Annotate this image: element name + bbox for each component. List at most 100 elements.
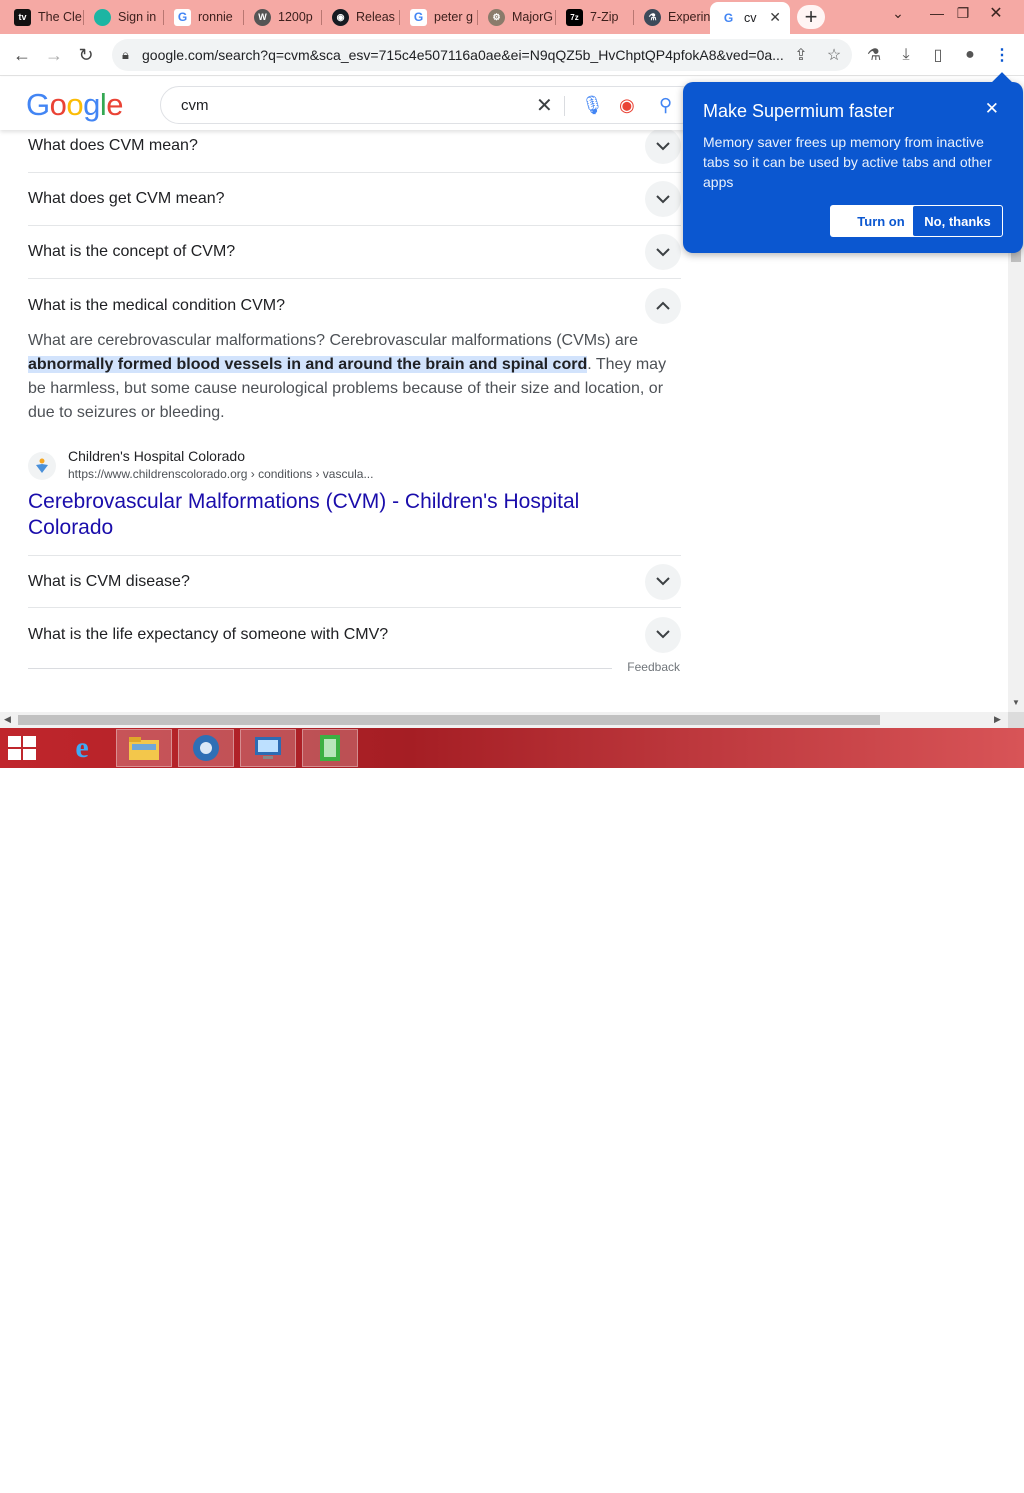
supermium-browser-icon[interactable] — [178, 729, 234, 767]
back-arrow-icon[interactable]: ← — [8, 41, 36, 69]
chevron-down-icon[interactable] — [645, 563, 681, 600]
google-icon: G — [174, 8, 191, 26]
close-icon[interactable]: ✕ — [985, 99, 999, 119]
scroll-thumb[interactable] — [18, 715, 880, 725]
github-icon: ◉ — [332, 8, 349, 26]
side-panel-icon[interactable]: ▯ — [926, 43, 950, 67]
7zip-icon: 7z — [566, 8, 583, 26]
reload-icon[interactable]: ↻ — [72, 41, 100, 69]
tab-active[interactable]: G cv ✕ — [710, 2, 790, 34]
ie-icon[interactable]: e — [54, 729, 110, 767]
question-text: What is CVM disease? — [28, 572, 190, 590]
tab-4[interactable]: W 1200p — [244, 3, 322, 31]
url-text: google.com/search?q=cvm&sca_esv=715c4e50… — [142, 47, 784, 63]
lens-icon[interactable]: ◉ — [619, 95, 635, 116]
tab-label: cv — [744, 11, 757, 25]
question-text: What is the medical condition CVM? — [28, 296, 285, 314]
clock-time: 3:47 AM — [960, 1462, 1006, 1476]
chevron-up-icon[interactable] — [645, 287, 681, 324]
new-tab-button[interactable]: + — [797, 5, 825, 29]
tab-1[interactable]: tv The Cle — [4, 3, 84, 31]
taskbar: e ▴ ⚑ 🖧 🔊︎ 3:47 AM 1/22/2025 — [0, 728, 1024, 1492]
system-tray-icons[interactable]: ▴ ⚑ 🖧 🔊︎ — [824, 1474, 864, 1491]
menu-dots-icon[interactable]: ⋮ — [990, 43, 1014, 67]
clear-icon[interactable]: ✕ — [536, 93, 553, 118]
scroll-left-icon[interactable]: ◀ — [4, 714, 11, 725]
close-window-icon[interactable]: ✕ — [981, 2, 1011, 24]
horizontal-scrollbar[interactable]: ◀ ▶ — [0, 712, 1008, 728]
forward-arrow-icon[interactable]: → — [40, 41, 68, 69]
search-input[interactable]: cvm — [181, 97, 209, 114]
google-icon: G — [410, 8, 427, 26]
chevron-down-icon[interactable] — [645, 234, 681, 270]
source-url[interactable]: https://www.childrenscolorado.org › cond… — [68, 467, 373, 481]
control-panel-icon[interactable] — [240, 729, 296, 767]
related-question[interactable]: What does CVM mean? — [28, 130, 681, 173]
search-icon[interactable]: ⚲ — [659, 95, 672, 116]
tab-7[interactable]: ⚙ MajorG — [478, 3, 556, 31]
related-question[interactable]: What does get CVM mean? — [28, 173, 681, 226]
windows-start-icon[interactable] — [8, 736, 38, 762]
microphone-icon[interactable]: 🎙︎ — [581, 95, 604, 116]
file-explorer-icon[interactable] — [116, 729, 172, 767]
extensions-icon[interactable]: ⚗ — [862, 43, 886, 67]
result-title-link[interactable]: Cerebrovascular Malformations (CVM) - Ch… — [28, 489, 648, 541]
related-question[interactable]: What is the life expectancy of someone w… — [28, 608, 681, 661]
chevron-down-icon[interactable] — [645, 181, 681, 217]
google-icon: G — [720, 9, 737, 27]
related-question-expanded[interactable]: What is the medical condition CVM? — [28, 279, 681, 332]
chevron-down-icon[interactable] — [645, 130, 681, 164]
source-site-name[interactable]: Children's Hospital Colorado — [68, 448, 245, 464]
answer-highlight: abnormally formed blood vessels in and a… — [28, 356, 588, 373]
question-text: What is the concept of CVM? — [28, 243, 236, 260]
tab-label: The Cle — [38, 10, 82, 24]
feedback-link[interactable]: Feedback — [627, 660, 680, 674]
tab-label: MajorG — [512, 10, 553, 24]
chevron-down-icon[interactable] — [645, 616, 681, 653]
search-box[interactable]: cvm ✕ 🎙︎ ◉ ⚲ — [160, 86, 700, 124]
restore-icon[interactable]: ❐ — [948, 2, 978, 24]
flask-icon: ⚗ — [644, 8, 661, 26]
green-app-icon[interactable] — [302, 729, 358, 767]
chevron-down-icon[interactable]: ⌄ — [883, 2, 913, 24]
address-bar[interactable]: 🔒︎ google.com/search?q=cvm&sca_esv=715c4… — [112, 39, 852, 71]
no-thanks-button[interactable]: No, thanks — [912, 205, 1003, 237]
close-tab-icon[interactable]: ✕ — [769, 9, 781, 26]
teal-circle-icon — [94, 8, 111, 26]
tab-5[interactable]: ◉ Releas — [322, 3, 400, 31]
question-text: What does get CVM mean? — [28, 190, 225, 207]
bubble-title: Make Supermium faster — [703, 101, 895, 121]
answer-text: What are cerebrovascular malformations? … — [28, 332, 638, 349]
profile-icon[interactable]: ● — [958, 43, 982, 67]
tab-label: 7-Zip — [590, 10, 619, 24]
bookmark-star-icon[interactable]: ☆ — [822, 43, 846, 67]
question-text: What is the life expectancy of someone w… — [28, 625, 389, 643]
divider — [564, 96, 565, 116]
scroll-corner — [1008, 712, 1024, 728]
question-text: What does CVM mean? — [28, 137, 198, 154]
tab-label: peter g — [434, 10, 473, 24]
related-question[interactable]: What is the concept of CVM? — [28, 226, 681, 279]
tv-icon: tv — [14, 8, 31, 26]
share-icon[interactable]: ⇪ — [789, 43, 813, 67]
download-icon[interactable]: ⤓ — [894, 43, 918, 67]
tab-2[interactable]: Sign in — [84, 3, 164, 31]
scroll-right-icon[interactable]: ▶ — [994, 714, 1001, 725]
related-question[interactable]: What is CVM disease? — [28, 555, 681, 608]
clock[interactable]: 3:47 AM 1/22/2025 — [948, 1461, 1018, 1493]
divider — [28, 668, 612, 669]
tab-6[interactable]: G peter g — [400, 3, 478, 31]
tab-3[interactable]: G ronnie — [164, 3, 244, 31]
browser-toolbar: ← → ↻ 🔒︎ google.com/search?q=cvm&sca_esv… — [0, 34, 1024, 76]
tab-strip: tv The Cle Sign in G ronnie W 1200p ◉ Re… — [0, 0, 1024, 34]
tab-label: ronnie — [198, 10, 233, 24]
google-logo[interactable]: Google — [26, 87, 124, 123]
tab-label: 1200p — [278, 10, 313, 24]
memory-saver-bubble: Make Supermium faster ✕ Memory saver fre… — [683, 72, 1023, 253]
tab-label: Sign in — [118, 10, 157, 24]
tab-9[interactable]: ⚗ Experin — [634, 3, 710, 31]
tab-label: Releas — [356, 10, 395, 24]
tab-8[interactable]: 7z 7-Zip — [556, 3, 634, 31]
wiki-icon: W — [254, 8, 271, 26]
scroll-down-icon[interactable]: ▼ — [1012, 698, 1020, 707]
